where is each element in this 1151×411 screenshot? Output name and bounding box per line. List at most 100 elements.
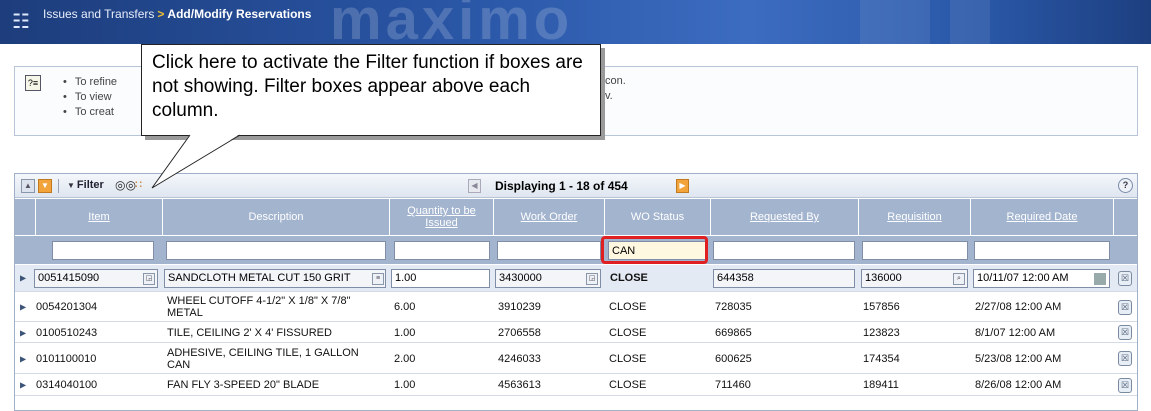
requested-by-cell: 711460 <box>715 379 751 391</box>
wo-status-cell: CLOSE <box>609 352 647 365</box>
breadcrumb-page: Add/Modify Reservations <box>167 7 312 21</box>
previous-page-icon[interactable]: ◀ <box>468 179 481 193</box>
filter-input-work-order[interactable] <box>497 241 601 260</box>
filter-highlight-box <box>601 236 708 264</box>
quantity-field[interactable]: 1.00 <box>391 269 490 288</box>
pagination-label: Displaying 1 - 18 of 454 <box>495 179 628 193</box>
lookup-icon[interactable]: ⌕ <box>953 273 965 285</box>
table-row[interactable]: ▶ 0314040100 FAN FLY 3-SPEED 20" BLADE 1… <box>15 375 1137 396</box>
item-cell: 0314040100 <box>36 379 98 391</box>
table-row[interactable]: ▶ 0054201304 WHEEL CUTOFF 4-1/2" X 1/8" … <box>15 293 1137 322</box>
table-row[interactable]: ▶ 0051415090 ◲ SANDCLOTH METAL CUT 150 G… <box>15 265 1137 292</box>
quantity-cell: 6.00 <box>394 301 416 313</box>
wo-status-cell: CLOSE <box>610 272 648 284</box>
callout-pointer <box>151 134 241 189</box>
delete-icon[interactable]: ☒ <box>1118 271 1132 286</box>
app-icon: ☷ <box>12 11 30 33</box>
wo-status-cell: CLOSE <box>609 301 647 313</box>
description-cell: ADHESIVE, CEILING TILE, 1 GALLON CAN <box>167 346 359 371</box>
help-icon: ?≡ <box>25 75 41 91</box>
work-order-cell: 4563613 <box>498 379 541 391</box>
filter-input-quantity[interactable] <box>394 241 490 260</box>
column-header-requested-by[interactable]: Requested By <box>711 199 858 235</box>
filter-input-description[interactable] <box>166 241 386 260</box>
delete-icon[interactable]: ☒ <box>1118 351 1132 366</box>
expand-icon[interactable]: ▼ <box>38 179 52 193</box>
requested-by-cell: 600625 <box>715 352 752 365</box>
instruction-trailing: v. <box>605 90 613 102</box>
item-field[interactable]: 0051415090 <box>34 269 158 288</box>
binoculars-icon[interactable]: ◎◎ <box>115 178 136 192</box>
filter-input-required-date[interactable] <box>974 241 1110 260</box>
header-band <box>950 0 990 44</box>
row-expand-icon[interactable]: ▶ <box>20 354 26 363</box>
wo-status-cell: CLOSE <box>609 326 647 339</box>
filter-triangle-icon: ▼ <box>67 181 75 190</box>
clear-filter-icon[interactable]: ∷ <box>135 178 142 191</box>
instruction-item: To view <box>63 90 117 105</box>
work-order-cell: 2706558 <box>498 326 541 339</box>
requested-by-field[interactable]: 644358 <box>713 269 855 288</box>
row-expand-icon[interactable]: ▶ <box>20 303 26 312</box>
filter-input-item[interactable] <box>52 241 154 260</box>
header-band <box>860 0 930 44</box>
collapse-icon[interactable]: ▲ <box>21 179 35 193</box>
toolbar-divider <box>58 179 59 193</box>
delete-icon[interactable]: ☒ <box>1118 325 1132 340</box>
help-icon[interactable]: ? <box>1118 178 1133 193</box>
required-date-cell: 5/23/08 12:00 AM <box>975 352 1062 365</box>
description-field[interactable]: SANDCLOTH METAL CUT 150 GRIT <box>164 269 386 288</box>
reservations-table-panel: ▲ ▼ ▼ Filter ◎◎ ∷ ◀ Displaying 1 - 18 of … <box>14 173 1138 411</box>
description-cell: FAN FLY 3-SPEED 20" BLADE <box>167 379 320 391</box>
quantity-cell: 1.00 <box>394 379 416 391</box>
row-expand-icon[interactable]: ▶ <box>20 328 26 337</box>
quantity-cell: 2.00 <box>394 352 416 365</box>
column-header-wo-status: WO Status <box>605 199 710 235</box>
required-date-field[interactable]: 10/11/07 12:00 AM <box>973 269 1110 288</box>
requested-by-cell: 669865 <box>715 326 752 339</box>
row-expand-icon[interactable]: ▶ <box>20 381 26 390</box>
maximo-watermark: maximo <box>330 0 574 44</box>
column-header-required-date[interactable]: Required Date <box>971 199 1113 235</box>
breadcrumb-app[interactable]: Issues and Transfers <box>43 7 154 21</box>
column-header-description: Description <box>163 199 389 235</box>
row-expand-icon[interactable]: ▶ <box>20 274 26 283</box>
instruction-item: To creat <box>63 105 117 120</box>
table-row[interactable]: ▶ 0101100010 ADHESIVE, CEILING TILE, 1 G… <box>15 344 1137 374</box>
filter-input-requested-by[interactable] <box>713 241 855 260</box>
table-row[interactable]: ▶ 0100510243 TILE, CEILING 2' X 4' FISSU… <box>15 323 1137 343</box>
requisition-cell: 189411 <box>863 379 899 391</box>
instruction-item: To refine <box>63 75 117 90</box>
long-description-icon[interactable]: ≡ <box>372 273 384 285</box>
item-cell: 0100510243 <box>36 326 98 339</box>
app-header: ☷ Issues and Transfers > Add/Modify Reserv… <box>0 0 1151 44</box>
delete-icon[interactable]: ☒ <box>1118 300 1132 315</box>
requisition-cell: 123823 <box>863 326 900 339</box>
breadcrumb-separator: > <box>157 7 165 21</box>
calendar-icon[interactable] <box>1094 273 1106 285</box>
column-header-work-order[interactable]: Work Order <box>494 199 604 235</box>
column-header-requisition[interactable]: Requisition <box>859 199 970 235</box>
column-header-actions <box>1114 199 1137 235</box>
filter-row <box>15 236 1137 264</box>
quantity-cell: 1.00 <box>394 326 416 339</box>
next-page-icon[interactable]: ▶ <box>676 179 689 193</box>
item-cell: 0054201304 <box>36 301 98 313</box>
detail-menu-icon[interactable]: ◲ <box>586 273 598 285</box>
requisition-cell: 157856 <box>863 301 900 313</box>
callout-annotation: Click here to activate the Filter functi… <box>141 44 601 136</box>
description-cell: WHEEL CUTOFF 4-1/2" X 1/8" X 7/8" METAL <box>167 295 351 319</box>
requisition-field[interactable]: 136000 <box>861 269 968 288</box>
required-date-cell: 2/27/08 12:00 AM <box>975 301 1062 313</box>
column-header-quantity[interactable]: Quantity to be Issued <box>390 199 493 235</box>
breadcrumb: Issues and Transfers > Add/Modify Reservat… <box>43 7 311 21</box>
column-header-item[interactable]: Item <box>36 199 162 235</box>
instructions-list: To refine To view To creat <box>63 75 117 120</box>
delete-icon[interactable]: ☒ <box>1118 378 1132 393</box>
description-cell: TILE, CEILING 2' X 4' FISSURED <box>167 326 332 339</box>
filter-input-requisition[interactable] <box>862 241 968 260</box>
item-cell: 0101100010 <box>36 352 97 365</box>
filter-toggle[interactable]: ▼ Filter <box>67 179 104 191</box>
detail-menu-icon[interactable]: ◲ <box>143 273 155 285</box>
wo-status-cell: CLOSE <box>609 379 647 391</box>
